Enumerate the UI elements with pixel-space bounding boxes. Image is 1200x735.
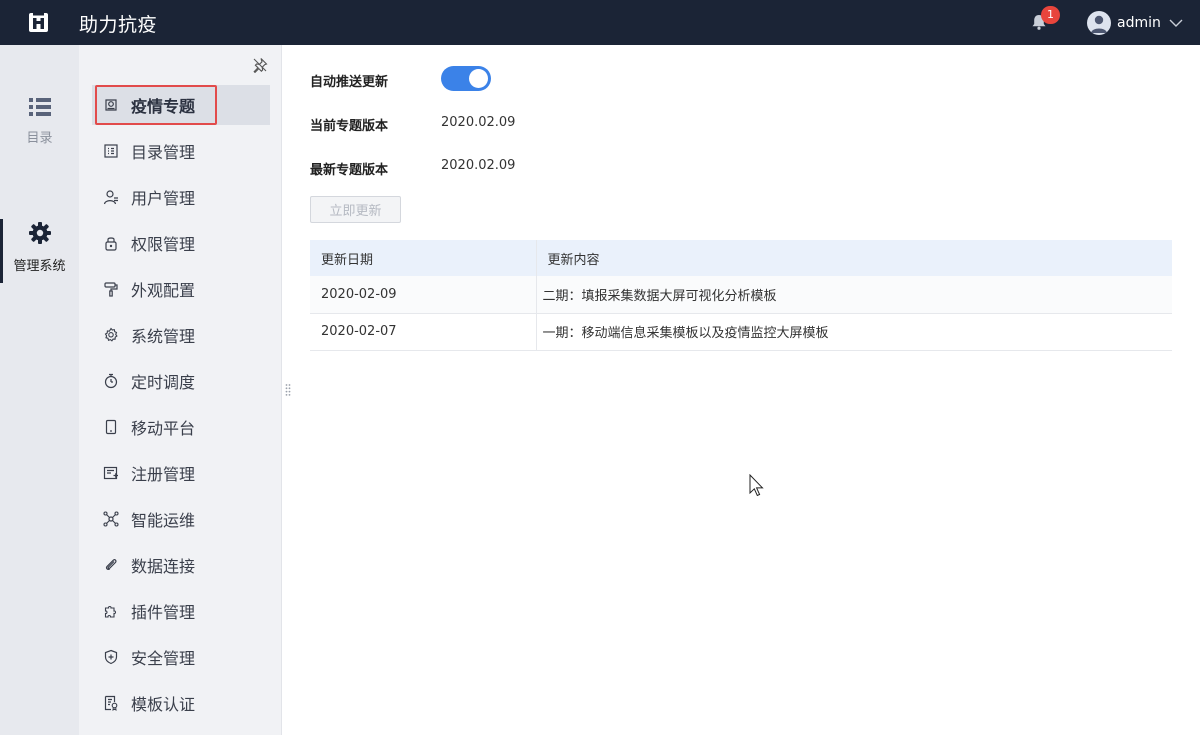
latest-version-label: 最新专题版本	[310, 163, 389, 178]
table-row: 2020-02-09 二期：填报采集数据大屏可视化分析模板	[310, 276, 1172, 314]
sidebar-item-label: 定时调度	[131, 373, 196, 392]
update-now-button[interactable]: 立即更新	[310, 196, 401, 223]
sidebar-item-label: 安全管理	[131, 649, 196, 668]
avatar	[1087, 10, 1111, 35]
sidebar-item-plugin-management[interactable]: 插件管理	[92, 591, 270, 631]
column-header-content: 更新内容	[536, 240, 1172, 276]
catalog-icon	[104, 144, 118, 158]
sidebar-item-label: 插件管理	[131, 603, 196, 622]
sidebar-item-label: 智能运维	[131, 511, 196, 530]
certificate-icon	[104, 695, 118, 711]
sidebar-item-permission-management[interactable]: 权限管理	[92, 223, 270, 263]
sidebar-item-label: 目录管理	[131, 143, 196, 162]
sidebar-item-smart-ops[interactable]: 智能运维	[92, 499, 270, 539]
puzzle-icon	[104, 605, 117, 618]
app-title: 助力抗疫	[79, 14, 158, 36]
user-menu[interactable]: admin	[1087, 10, 1183, 35]
sidebar-item-registration[interactable]: 注册管理	[92, 453, 270, 493]
mobile-icon	[105, 419, 117, 435]
rail-item-label: 目录	[26, 131, 53, 146]
latest-version-value: 2020.02.09	[441, 158, 516, 173]
sidebar-item-catalog-management[interactable]: 目录管理	[92, 131, 270, 171]
sidebar-item-user-management[interactable]: 用户管理	[92, 177, 270, 217]
username: admin	[1117, 14, 1161, 31]
sidebar: 疫情专题 目录管理 用户管理 权限管理 外观配置 系统管理 定时调度 移动平台 …	[79, 45, 282, 735]
sidebar-item-scheduling[interactable]: 定时调度	[92, 361, 270, 401]
current-version-label: 当前专题版本	[310, 119, 389, 134]
mouse-pointer-icon	[749, 474, 764, 497]
sidebar-item-label: 外观配置	[131, 281, 196, 300]
user-icon	[103, 190, 118, 205]
sidebar-item-data-connection[interactable]: 数据连接	[92, 545, 270, 585]
main-content: 自动推送更新 当前专题版本 2020.02.09 最新专题版本 2020.02.…	[282, 45, 1200, 735]
network-icon	[103, 511, 119, 527]
dashboard-icon	[105, 99, 117, 111]
rail-item-management[interactable]: 管理系统	[0, 219, 79, 283]
column-header-date: 更新日期	[310, 240, 537, 276]
sidebar-item-mobile-platform[interactable]: 移动平台	[92, 407, 270, 447]
user-avatar-icon	[1091, 15, 1107, 33]
toggle-knob	[469, 69, 488, 88]
sidebar-item-label: 注册管理	[131, 465, 196, 484]
sidebar-item-system-management[interactable]: 系统管理	[92, 315, 270, 355]
table-header-row: 更新日期 更新内容	[310, 240, 1172, 276]
current-version-value: 2020.02.09	[441, 115, 516, 130]
shield-icon	[104, 649, 118, 665]
paint-roller-icon	[104, 282, 118, 297]
sidebar-item-label: 移动平台	[131, 419, 196, 438]
update-history-table: 更新日期 更新内容 2020-02-09 二期：填报采集数据大屏可视化分析模板 …	[310, 240, 1172, 351]
rail-item-catalog[interactable]: 目录	[0, 97, 79, 146]
table-cell-date: 2020-02-07	[310, 313, 537, 351]
lock-icon	[105, 237, 117, 251]
cog-icon	[104, 327, 118, 342]
top-bar: 助力抗疫 1 admin	[0, 0, 1200, 45]
table-row: 2020-02-07 一期：移动端信息采集模板以及疫情监控大屏模板	[310, 313, 1172, 351]
sidebar-item-security-management[interactable]: 安全管理	[92, 637, 270, 677]
auto-push-toggle[interactable]	[441, 66, 491, 91]
notification-badge: 1	[1041, 6, 1060, 24]
logo-icon	[29, 13, 48, 32]
gear-icon	[28, 222, 51, 244]
sidebar-item-epidemic-topic[interactable]: 疫情专题	[92, 85, 270, 125]
list-icon	[28, 98, 51, 116]
rail-item-label: 管理系统	[13, 259, 66, 274]
table-cell-content: 二期：填报采集数据大屏可视化分析模板	[536, 276, 1172, 314]
table-cell-content: 一期：移动端信息采集模板以及疫情监控大屏模板	[536, 313, 1172, 351]
sidebar-item-appearance[interactable]: 外观配置	[92, 269, 270, 309]
unpin-icon[interactable]	[252, 57, 268, 73]
chevron-down-icon	[1169, 19, 1183, 27]
table-cell-date: 2020-02-09	[310, 276, 537, 314]
sidebar-item-label: 数据连接	[131, 557, 196, 576]
sidebar-item-label: 用户管理	[131, 189, 196, 208]
left-rail: 目录 管理系统	[0, 45, 79, 735]
stopwatch-icon	[104, 373, 118, 389]
sidebar-item-label: 系统管理	[131, 327, 196, 346]
paperclip-icon	[105, 559, 117, 571]
sidebar-item-label: 权限管理	[131, 235, 196, 254]
sidebar-item-template-certification[interactable]: 模板认证	[92, 683, 270, 723]
sidebar-item-label: 模板认证	[131, 695, 196, 714]
auto-push-label: 自动推送更新	[310, 75, 389, 90]
register-icon	[103, 466, 118, 480]
sidebar-item-label: 疫情专题	[131, 97, 196, 116]
